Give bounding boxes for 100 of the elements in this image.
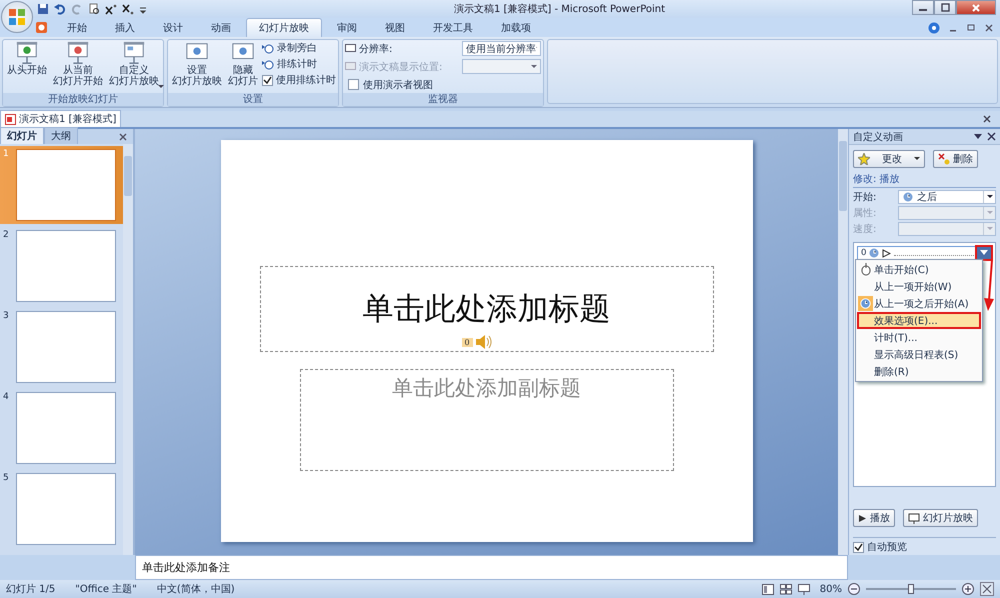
menu-item[interactable]: 从上一项之后开始(A)	[857, 295, 981, 312]
remove-button[interactable]: 删除	[933, 150, 978, 168]
menu-item[interactable]: 单击开始(C)	[857, 261, 981, 278]
dropdown-icon	[986, 211, 992, 215]
check-icon	[854, 542, 863, 552]
close-button[interactable]	[956, 0, 996, 15]
menu-item[interactable]: 效果选项(E)...	[857, 312, 981, 329]
projector-screen-icon	[15, 41, 39, 65]
pane-tab[interactable]: 幻灯片	[0, 127, 44, 144]
modify-label: 修改: 播放	[853, 172, 996, 188]
notes-field[interactable]: 单击此处添加备注	[135, 555, 848, 580]
slideshow-icon[interactable]	[798, 584, 810, 594]
dropdown-field[interactable]	[898, 206, 996, 220]
ribbon-tab[interactable]: 视图	[372, 18, 418, 37]
ribbon-tab[interactable]: 开发工具	[420, 18, 486, 37]
dropdown-icon[interactable]	[974, 134, 982, 140]
ribbon-tab[interactable]: 设计	[150, 18, 196, 37]
group-label: 设置	[168, 93, 338, 106]
close-icon[interactable]	[984, 22, 994, 32]
undo-icon[interactable]	[54, 3, 66, 15]
star-icon	[858, 153, 870, 165]
office-logo	[8, 8, 26, 26]
maximize-button[interactable]	[934, 0, 956, 15]
play-button[interactable]: 播放	[853, 509, 895, 527]
projector-screen-icon	[66, 41, 90, 65]
timer-icon	[262, 58, 274, 70]
play-icon	[882, 248, 892, 258]
ribbon-button[interactable]: 隐藏 幻灯片	[226, 41, 260, 92]
scrollbar[interactable]	[838, 129, 848, 555]
restore-icon	[940, 2, 950, 12]
monitor-icon	[345, 62, 356, 72]
title-placeholder[interactable]: 单击此处添加标题 0	[260, 266, 714, 352]
minimize-button[interactable]	[912, 0, 934, 15]
arrow-annotation	[981, 260, 995, 312]
ribbon-button[interactable]: 从当前 幻灯片开始	[51, 41, 105, 92]
dropdown-icon	[914, 157, 920, 161]
dropdown-field[interactable]	[898, 222, 996, 236]
office-button[interactable]	[1, 1, 33, 33]
dropdown-icon	[986, 195, 992, 199]
menu-item[interactable]: 删除(R)	[857, 363, 981, 380]
checkbox[interactable]: 使用排练计时	[262, 73, 336, 87]
group-label: 开始放映幻灯片	[3, 93, 163, 106]
zoom-level[interactable]: 80%	[820, 584, 842, 594]
close-icon[interactable]	[982, 114, 992, 124]
checkbox[interactable]: 自动预览	[853, 537, 996, 553]
app-icon	[35, 21, 48, 34]
dropdown-icon	[531, 64, 537, 68]
ribbon-tab[interactable]: 插入	[102, 18, 148, 37]
superscript-icon[interactable]	[105, 3, 117, 15]
zoom-out-icon[interactable]	[848, 583, 860, 595]
pane-title: 自定义动画	[853, 130, 903, 144]
clock-icon	[858, 296, 873, 311]
timer-icon	[262, 42, 274, 54]
document-tab[interactable]: 演示文稿1 [兼容模式]	[0, 110, 122, 127]
ribbon-tab[interactable]: 幻灯片放映	[246, 18, 322, 37]
print-preview-icon[interactable]	[88, 3, 100, 15]
dropdown-button[interactable]	[977, 247, 991, 259]
ribbon-tab[interactable]: 加载项	[488, 18, 544, 37]
help-icon[interactable]	[928, 22, 940, 34]
slideshow-button[interactable]: 幻灯片放映	[903, 509, 978, 527]
clock-icon	[903, 192, 913, 202]
ribbon-button[interactable]: 设置 幻灯片放映	[170, 41, 224, 92]
fit-icon[interactable]	[980, 582, 994, 596]
change-button[interactable]: 更改	[853, 150, 925, 168]
window-title: 演示文稿1 [兼容模式] - Microsoft PowerPoint	[452, 2, 666, 16]
dropdown-icon	[980, 250, 988, 256]
ribbon-button[interactable]: 自定义 幻灯片放映	[107, 41, 161, 92]
restore-icon[interactable]	[966, 22, 976, 32]
ribbon-button[interactable]: 录制旁白	[262, 41, 336, 55]
sorter-view-icon[interactable]	[780, 584, 792, 594]
save-icon[interactable]	[37, 3, 49, 15]
dropdown-field[interactable]	[462, 59, 541, 74]
close-icon[interactable]	[118, 132, 128, 142]
menu-item[interactable]: 计时(T)...	[857, 329, 981, 346]
dropdown-icon	[986, 227, 992, 231]
pane-tab[interactable]: 大纲	[44, 127, 78, 144]
zoom-in-icon[interactable]	[962, 583, 974, 595]
close-icon[interactable]	[987, 132, 996, 141]
check-icon	[263, 76, 272, 84]
screen-icon	[908, 512, 920, 524]
animation-tag: 0	[462, 338, 473, 346]
dropdown-field[interactable]: 之后	[898, 190, 996, 204]
field-label: 分辨率:	[359, 42, 394, 56]
ribbon-button[interactable]: 排练计时	[262, 57, 336, 71]
status-text: 幻灯片 1/5	[6, 582, 56, 596]
menu-item[interactable]: 显示高级日程表(S)	[857, 346, 981, 363]
subscript-icon[interactable]	[122, 3, 134, 15]
ribbon-tab[interactable]: 开始	[54, 18, 100, 37]
ribbon-tab[interactable]: 审阅	[324, 18, 370, 37]
checkbox[interactable]: 使用演示者视图	[345, 77, 541, 92]
status-text: "Office 主题"	[75, 582, 137, 596]
projector-screen-icon	[122, 41, 146, 65]
ribbon-tab[interactable]: 动画	[198, 18, 244, 37]
dropdown-field[interactable]: 使用当前分辨率	[462, 41, 541, 56]
normal-view-icon[interactable]	[762, 584, 774, 594]
field-label: 演示文稿显示位置:	[359, 60, 444, 74]
monitor-icon	[345, 44, 356, 54]
scrollbar[interactable]	[123, 144, 133, 555]
ribbon-button[interactable]: 从头开始	[5, 41, 49, 92]
menu-item[interactable]: 从上一项开始(W)	[857, 278, 981, 295]
